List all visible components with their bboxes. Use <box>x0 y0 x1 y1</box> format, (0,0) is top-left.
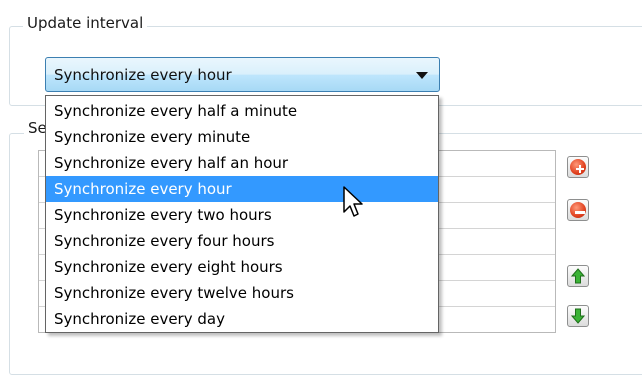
dropdown-option[interactable]: Synchronize every eight hours <box>46 254 438 280</box>
mouse-pointer-icon <box>343 186 363 217</box>
move-up-button[interactable] <box>567 265 589 287</box>
dropdown-option[interactable]: Synchronize every half an hour <box>46 150 438 176</box>
green-down-arrow-icon <box>571 308 585 324</box>
dropdown-option[interactable]: Synchronize every twelve hours <box>46 280 438 306</box>
combobox-selected-value: Synchronize every hour <box>54 66 232 84</box>
update-interval-combobox[interactable]: Synchronize every hour <box>45 57 440 92</box>
update-interval-dropdown[interactable]: Synchronize every half a minute Synchron… <box>45 95 439 333</box>
dropdown-option[interactable]: Synchronize every half a minute <box>46 98 438 124</box>
dropdown-option[interactable]: Synchronize every two hours <box>46 202 438 228</box>
red-plus-icon <box>570 159 586 175</box>
update-interval-title: Update interval <box>23 14 148 32</box>
remove-server-button[interactable] <box>567 199 589 221</box>
dropdown-option[interactable]: Synchronize every minute <box>46 124 438 150</box>
red-minus-icon <box>570 202 586 218</box>
add-server-button[interactable] <box>567 156 589 178</box>
move-down-button[interactable] <box>567 305 589 327</box>
chevron-down-icon[interactable] <box>416 72 428 79</box>
dropdown-option[interactable]: Synchronize every four hours <box>46 228 438 254</box>
dropdown-option[interactable]: Synchronize every day <box>46 306 438 332</box>
green-up-arrow-icon <box>571 268 585 284</box>
dropdown-option-selected[interactable]: Synchronize every hour <box>46 176 438 202</box>
